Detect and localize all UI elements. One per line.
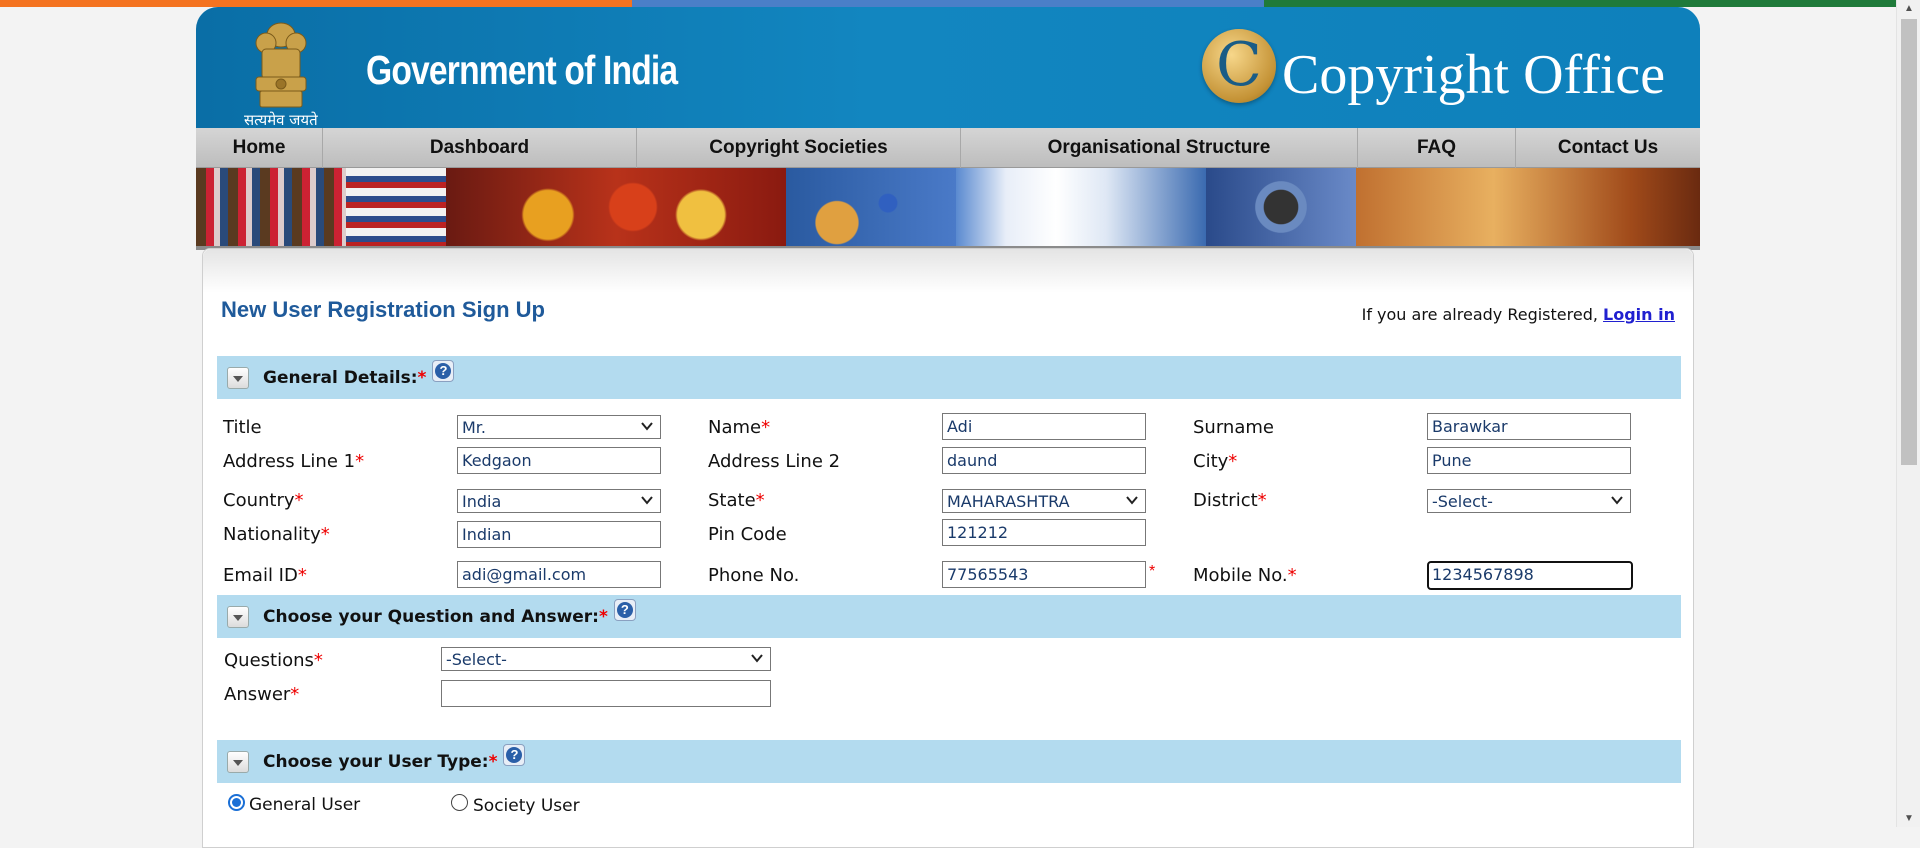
page-title: New User Registration Sign Up [221, 297, 545, 322]
state-select[interactable]: MAHARASHTRA [942, 489, 1146, 513]
scroll-up-arrow-icon[interactable]: ▲ [1897, 0, 1920, 17]
email-label: Email ID* [223, 565, 307, 586]
surname-input[interactable]: Barawkar [1427, 413, 1631, 440]
login-note: If you are already Registered, Login in [1362, 305, 1675, 324]
tricolor-strip [0, 0, 1896, 7]
craft-image [1356, 168, 1700, 246]
name-input[interactable]: Adi [942, 413, 1146, 440]
chevron-down-icon [1611, 496, 1623, 505]
answer-label: Answer* [224, 684, 300, 705]
address2-label: Address Line 2 [708, 451, 841, 472]
main-nav: Home Dashboard Copyright Societies Organ… [196, 128, 1700, 168]
nav-copyright-societies[interactable]: Copyright Societies [637, 128, 961, 168]
required-mark: * [417, 367, 427, 388]
general-details-label: General Details: [263, 367, 418, 388]
book-stack-image [346, 168, 446, 246]
required-mark: * [598, 606, 608, 627]
user-type-bar: Choose your User Type:* ? [217, 740, 1681, 783]
state-label: State* [708, 490, 765, 511]
saffron-band [0, 0, 632, 7]
software-image [956, 168, 1206, 246]
login-note-text: If you are already Registered, [1361, 305, 1598, 324]
title-label: Title [223, 417, 262, 438]
nav-faq[interactable]: FAQ [1358, 128, 1516, 168]
general-user-label: General User [249, 795, 361, 815]
chevron-down-icon [751, 654, 763, 663]
pincode-label: Pin Code [708, 524, 787, 545]
scroll-down-arrow-icon[interactable]: ▼ [1897, 810, 1920, 827]
mobile-input[interactable]: 1234567898 [1427, 561, 1633, 590]
question-answer-bar: Choose your Question and Answer:* ? [217, 595, 1681, 638]
pincode-input[interactable]: 121212 [942, 519, 1146, 546]
user-type-title: Choose your User Type:* [263, 752, 497, 772]
answer-input[interactable] [441, 680, 771, 707]
vertical-scrollbar[interactable]: ▲ ▼ [1896, 0, 1920, 827]
surname-label: Surname [1193, 417, 1274, 438]
nav-home[interactable]: Home [196, 128, 323, 168]
dancers-image [446, 168, 786, 246]
chevron-down-icon [641, 422, 653, 431]
question-answer-label: Choose your Question and Answer: [263, 606, 599, 627]
chevron-down-icon [1126, 496, 1138, 505]
general-details-title: General Details:* [263, 368, 426, 388]
district-select[interactable]: -Select- [1427, 489, 1631, 513]
help-icon[interactable]: ? [432, 359, 455, 382]
nationality-label: Nationality* [223, 524, 330, 545]
title-select[interactable]: Mr. [457, 415, 661, 439]
name-label: Name* [708, 417, 771, 438]
country-label: Country* [223, 490, 304, 511]
collapse-question-icon[interactable] [227, 605, 249, 628]
society-user-label: Society User [473, 796, 580, 816]
address2-input[interactable]: daund [942, 447, 1146, 474]
general-user-radio[interactable] [228, 794, 245, 811]
country-select[interactable]: India [457, 489, 661, 513]
general-details-bar: General Details:* ? [217, 356, 1681, 399]
help-glyph: ? [506, 746, 523, 763]
palette-image [786, 168, 956, 246]
question-answer-title: Choose your Question and Answer:* [263, 607, 608, 627]
questions-label: Questions* [224, 650, 323, 671]
books-image [196, 168, 346, 246]
phone-input[interactable]: 77565543 [942, 561, 1146, 588]
email-input[interactable]: adi@gmail.com [457, 561, 661, 588]
emblem-motto: सत्यमेव जयते [244, 111, 318, 128]
green-band [1264, 0, 1896, 7]
chevron-down-icon [641, 496, 653, 505]
phone-label: Phone No. [708, 565, 800, 586]
address1-input[interactable]: Kedgaon [457, 447, 661, 474]
registration-panel: New User Registration Sign Up If you are… [202, 248, 1694, 848]
site-header: सत्यमेव जयते Government of India C Copyr… [196, 7, 1700, 128]
panel-header-gradient [203, 249, 1693, 293]
copyright-office-title: Copyright Office [1282, 44, 1666, 106]
phone-required-mark: * [1149, 563, 1156, 580]
questions-select[interactable]: -Select- [441, 647, 771, 671]
city-input[interactable]: Pune [1427, 447, 1631, 474]
page-container: सत्यमेव जयते Government of India C Copyr… [196, 7, 1700, 250]
collapse-general-icon[interactable] [227, 366, 249, 389]
user-type-label: Choose your User Type: [263, 751, 489, 772]
film-reel-image [1206, 168, 1356, 246]
login-link[interactable]: Login in [1603, 305, 1675, 324]
help-icon[interactable]: ? [503, 743, 526, 766]
collapse-user-type-icon[interactable] [227, 750, 249, 773]
banner-collage [196, 168, 1700, 246]
nationality-input[interactable]: Indian [457, 521, 661, 548]
help-glyph: ? [616, 601, 633, 618]
mobile-label: Mobile No.* [1193, 565, 1297, 586]
required-mark: * [488, 751, 498, 772]
copyright-logo-icon: C [1202, 29, 1276, 103]
help-icon[interactable]: ? [613, 598, 636, 621]
address1-label: Address Line 1* [223, 451, 365, 472]
national-emblem-icon [255, 22, 307, 108]
scrollbar-thumb[interactable] [1901, 19, 1917, 465]
society-user-radio[interactable] [451, 794, 468, 811]
nav-dashboard[interactable]: Dashboard [323, 128, 637, 168]
help-glyph: ? [435, 362, 452, 379]
government-title: Government of India [366, 47, 678, 93]
city-label: City* [1193, 451, 1238, 472]
district-label: District* [1193, 490, 1267, 511]
nav-organisational-structure[interactable]: Organisational Structure [961, 128, 1358, 168]
blue-band [632, 0, 1264, 7]
nav-contact-us[interactable]: Contact Us [1516, 128, 1700, 168]
